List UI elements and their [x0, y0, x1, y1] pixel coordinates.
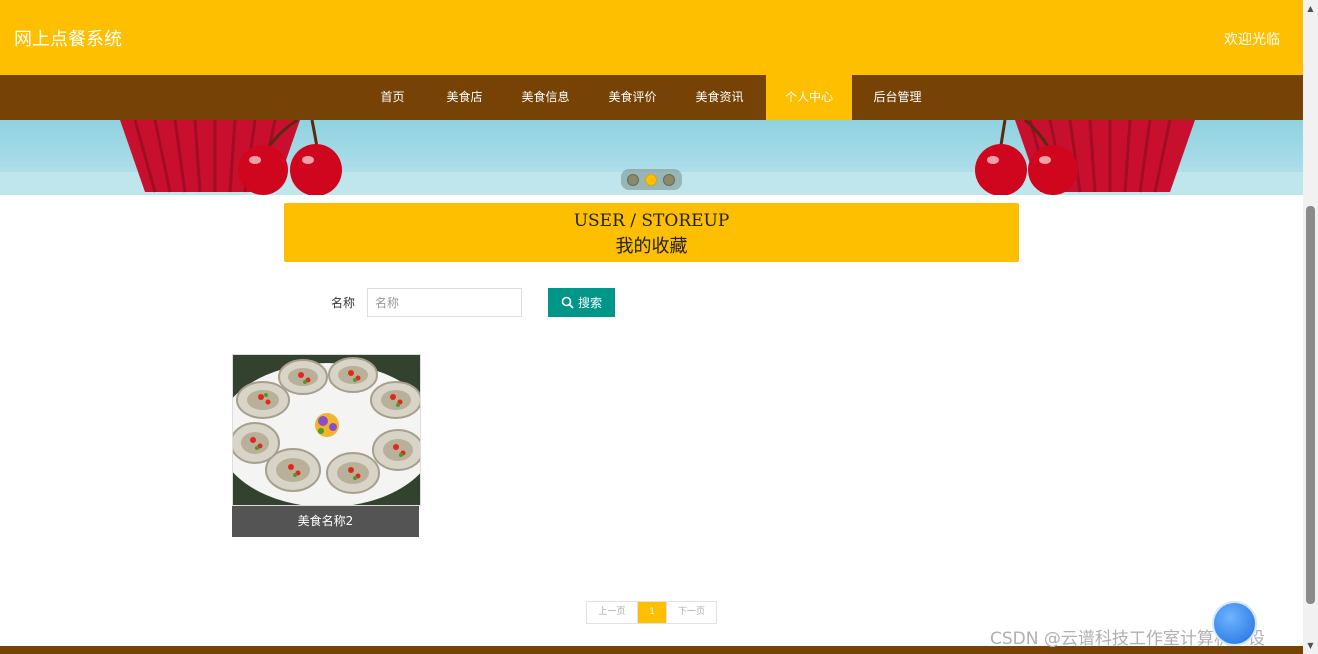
favorite-card-name: 美食名称2 — [232, 506, 419, 537]
scroll-up-arrow-icon[interactable]: ▲ — [1303, 0, 1318, 17]
nav-item-admin[interactable]: 后台管理 — [864, 75, 931, 120]
search-name-label: 名称 — [331, 296, 356, 310]
nav-item-home[interactable]: 首页 — [366, 75, 419, 120]
nav-item-food-news[interactable]: 美食资讯 — [686, 75, 753, 120]
main-nav: 首页 美食店 美食信息 美食评价 美食资讯 个人中心 后台管理 — [0, 75, 1303, 120]
nav-item-restaurants[interactable]: 美食店 — [437, 75, 492, 120]
favorite-card[interactable]: 美食名称2 — [232, 354, 421, 537]
carousel-dot-3[interactable] — [663, 174, 675, 186]
pagination-next[interactable]: 下一页 — [666, 602, 716, 623]
section-title-cn: 我的收藏 — [615, 236, 688, 257]
search-button[interactable]: 搜索 — [548, 288, 615, 317]
carousel-dot-1[interactable] — [627, 174, 639, 186]
top-header: 网上点餐系统 欢迎光临 — [0, 0, 1303, 75]
pagination-current-page[interactable]: 1 — [638, 602, 666, 623]
pagination: 上一页 1 下一页 — [586, 601, 717, 624]
scroll-down-arrow-icon[interactable]: ▼ — [1303, 637, 1318, 654]
favorite-card-image — [232, 354, 421, 506]
nav-item-food-info[interactable]: 美食信息 — [512, 75, 579, 120]
search-icon — [561, 296, 574, 309]
section-title-en: USER / STOREUP — [573, 211, 730, 231]
page: 网上点餐系统 欢迎光临 首页 美食店 美食信息 美食评价 美食资讯 个人中心 后… — [0, 0, 1303, 654]
carousel-indicators — [621, 169, 682, 190]
floating-action-button[interactable] — [1212, 601, 1257, 646]
search-name-input[interactable] — [367, 288, 522, 317]
nav-item-personal-center[interactable]: 个人中心 — [766, 75, 852, 120]
search-button-label: 搜索 — [577, 296, 602, 310]
carousel-dot-2[interactable] — [645, 174, 657, 186]
welcome-text: 欢迎光临 — [1224, 32, 1280, 48]
nav-item-food-reviews[interactable]: 美食评价 — [599, 75, 666, 120]
oysters-plate-image — [233, 355, 420, 505]
section-title-box: USER / STOREUP 我的收藏 — [284, 203, 1019, 262]
pagination-prev[interactable]: 上一页 — [587, 602, 638, 623]
site-title[interactable]: 网上点餐系统 — [14, 25, 122, 51]
scrollbar-thumb[interactable] — [1306, 206, 1315, 604]
page-scrollbar[interactable]: ▲ ▼ — [1303, 0, 1318, 654]
